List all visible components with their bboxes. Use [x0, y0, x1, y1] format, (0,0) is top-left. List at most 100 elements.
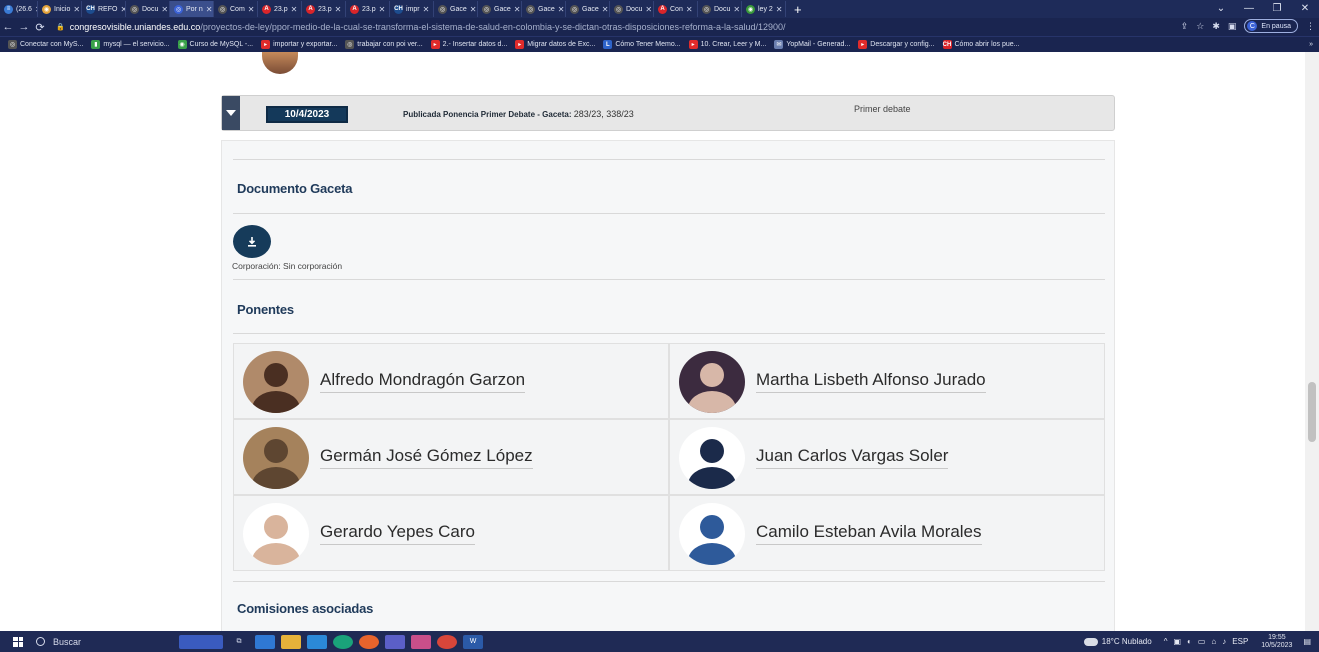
taskbar-search[interactable]: Buscar	[36, 637, 176, 647]
notifications-icon[interactable]: ▤	[1303, 637, 1311, 646]
tab-close-icon[interactable]: ✕	[645, 5, 652, 14]
close-window-button[interactable]: ✕	[1291, 0, 1319, 18]
extensions-icon[interactable]: ✱	[1212, 21, 1220, 32]
tab-close-icon[interactable]: ✕	[379, 5, 386, 14]
tab-close-icon[interactable]: ✕	[686, 5, 693, 14]
ponente-card[interactable]: Alfredo Mondragón Garzon	[233, 343, 669, 419]
tray-app-icon[interactable]: ◐	[1187, 637, 1192, 646]
ponente-card[interactable]: Gerardo Yepes Caro	[233, 495, 669, 571]
ponente-name[interactable]: Gerardo Yepes Caro	[320, 522, 475, 545]
browser-tab[interactable]: A 23.p ✕	[258, 1, 302, 17]
minimize-button[interactable]: —	[1235, 0, 1263, 18]
task-view-icon[interactable]: ⧉	[229, 635, 249, 649]
browser-tab[interactable]: ◎ Docu ✕	[126, 1, 170, 17]
ponente-card[interactable]: Martha Lisbeth Alfonso Jurado	[669, 343, 1105, 419]
display-icon[interactable]: ▭	[1198, 637, 1206, 646]
back-icon[interactable]: ←	[0, 21, 16, 33]
debate-timeline-row[interactable]: 10/4/2023 Publicada Ponencia Primer Deba…	[221, 95, 1115, 131]
ponente-name[interactable]: Germán José Gómez López	[320, 446, 533, 469]
bookmark-item[interactable]: ▸ Descargar y config...	[858, 40, 935, 49]
browser-tab[interactable]: ◎ Docu ✕	[698, 1, 742, 17]
tab-close-icon[interactable]: ✕	[733, 5, 740, 14]
browser-tab[interactable]: ◉ Inicio ✕	[38, 1, 82, 17]
new-tab-button[interactable]: +	[786, 2, 810, 17]
menu-kebab-icon[interactable]: ⋮	[1306, 21, 1315, 32]
browser-tab[interactable]: A Con ✕	[654, 1, 698, 17]
bookmark-item[interactable]: L Cómo Tener Memo...	[603, 40, 681, 49]
scrollbar-thumb[interactable]	[1308, 382, 1316, 442]
bookmark-item[interactable]: ▸ importar y exportar...	[261, 40, 337, 49]
tab-close-icon[interactable]: ✕	[161, 5, 168, 14]
teams-icon[interactable]	[385, 634, 405, 649]
bookmark-item[interactable]: ◎ Conectar con MyS...	[8, 40, 83, 49]
ponente-name[interactable]: Juan Carlos Vargas Soler	[756, 446, 949, 469]
tab-close-icon[interactable]: ✕	[291, 5, 298, 14]
browser-tab[interactable]: ◎ Com ✕	[214, 1, 258, 17]
sidepanel-icon[interactable]: ▣	[1228, 21, 1237, 32]
browser-tab[interactable]: ◉ ley 2 ✕	[742, 1, 786, 17]
volume-icon[interactable]: ♪	[1222, 637, 1226, 646]
tab-close-icon[interactable]: ✕	[776, 5, 783, 14]
ponente-name[interactable]: Camilo Esteban Avila Morales	[756, 522, 982, 545]
browser-tab[interactable]: A 23.p ✕	[346, 1, 390, 17]
network-icon[interactable]: ⌂	[1211, 637, 1216, 646]
tab-close-icon[interactable]: ✕	[558, 5, 565, 14]
tab-close-icon[interactable]: ✕	[335, 5, 342, 14]
tray-app-icon[interactable]: ▣	[1173, 637, 1181, 646]
firefox-icon[interactable]	[359, 634, 379, 649]
tab-close-icon[interactable]: ✕	[248, 5, 255, 14]
news-widget-icon[interactable]	[179, 634, 223, 649]
folder-icon[interactable]	[281, 634, 301, 649]
bookmark-item[interactable]: ▸ 10. Crear, Leer y M...	[688, 40, 766, 49]
browser-tab[interactable]: CHREFO✕	[82, 1, 126, 17]
browser-tab[interactable]: ◎ Gace ✕	[478, 1, 522, 17]
reload-icon[interactable]: ⟳	[32, 21, 48, 34]
bookmark-item[interactable]: ▸ Migrar datos de Exc...	[515, 40, 595, 49]
ponente-name[interactable]: Martha Lisbeth Alfonso Jurado	[756, 370, 986, 393]
debate-collapse-toggle[interactable]	[222, 96, 240, 130]
profile-button[interactable]: C En pausa	[1244, 19, 1298, 33]
ponente-card[interactable]: Camilo Esteban Avila Morales	[669, 495, 1105, 571]
mail-icon[interactable]	[307, 634, 327, 649]
browser-tab[interactable]: ◎ Gace ✕	[522, 1, 566, 17]
browser-tab[interactable]: CH impr ✕	[390, 1, 434, 17]
ponente-card[interactable]: Germán José Gómez López	[233, 419, 669, 495]
browser-tab[interactable]: ◎ Por n ✕	[170, 1, 214, 17]
bookmark-item[interactable]: ▮ mysql — el servicio...	[91, 40, 170, 49]
browser-tab[interactable]: ≡(26.6✕	[0, 1, 38, 17]
weather-text[interactable]: 18°C Nublado	[1102, 637, 1152, 646]
forward-icon[interactable]: →	[16, 21, 32, 33]
bookmarks-overflow-icon[interactable]: »	[1309, 41, 1313, 48]
tab-close-icon[interactable]: ✕	[514, 5, 521, 14]
language-indicator[interactable]: ESP	[1232, 637, 1248, 646]
browser-tab[interactable]: ◎ Gace ✕	[434, 1, 478, 17]
bookmark-item[interactable]: ✉ YopMail - Generad...	[774, 40, 850, 49]
ponente-name[interactable]: Alfredo Mondragón Garzon	[320, 370, 526, 393]
file-explorer-icon[interactable]	[255, 634, 275, 649]
bookmark-item[interactable]: ▸ 2.- Insertar datos d...	[430, 40, 507, 49]
tray-chevron-icon[interactable]: ^	[1164, 637, 1168, 646]
bookmark-item[interactable]: ◉ Curso de MySQL -...	[177, 40, 253, 49]
browser-tab[interactable]: A 23.p ✕	[302, 1, 346, 17]
browser-tab[interactable]: ◎ Docu ✕	[610, 1, 654, 17]
page-scrollbar[interactable]	[1305, 52, 1319, 631]
tab-close-icon[interactable]: ✕	[602, 5, 609, 14]
word-icon[interactable]: W	[463, 634, 483, 649]
share-icon[interactable]: ⇪	[1181, 21, 1189, 32]
tab-close-icon[interactable]: ✕	[470, 5, 477, 14]
bookmark-star-icon[interactable]: ☆	[1196, 21, 1204, 32]
tab-close-icon[interactable]: ✕	[423, 5, 430, 14]
tab-close-icon[interactable]: ✕	[206, 5, 213, 14]
edge-icon[interactable]	[333, 634, 353, 649]
download-button[interactable]	[233, 225, 271, 258]
slack-icon[interactable]	[411, 634, 431, 649]
bookmark-item[interactable]: ◎ trabajar con poi ver...	[345, 40, 423, 49]
start-button[interactable]	[0, 631, 36, 652]
url-field[interactable]: 🔒 congresovisible.uniandes.edu.co /proye…	[56, 22, 976, 32]
tab-search-icon[interactable]: ⌄	[1207, 0, 1235, 18]
ponente-card[interactable]: Juan Carlos Vargas Soler	[669, 419, 1105, 495]
bookmark-item[interactable]: CH Cómo abrir los pue...	[942, 40, 1019, 49]
browser-tab[interactable]: ◎ Gace ✕	[566, 1, 610, 17]
clock[interactable]: 19:55 10/5/2023	[1261, 634, 1292, 650]
tab-close-icon[interactable]: ✕	[73, 5, 80, 14]
